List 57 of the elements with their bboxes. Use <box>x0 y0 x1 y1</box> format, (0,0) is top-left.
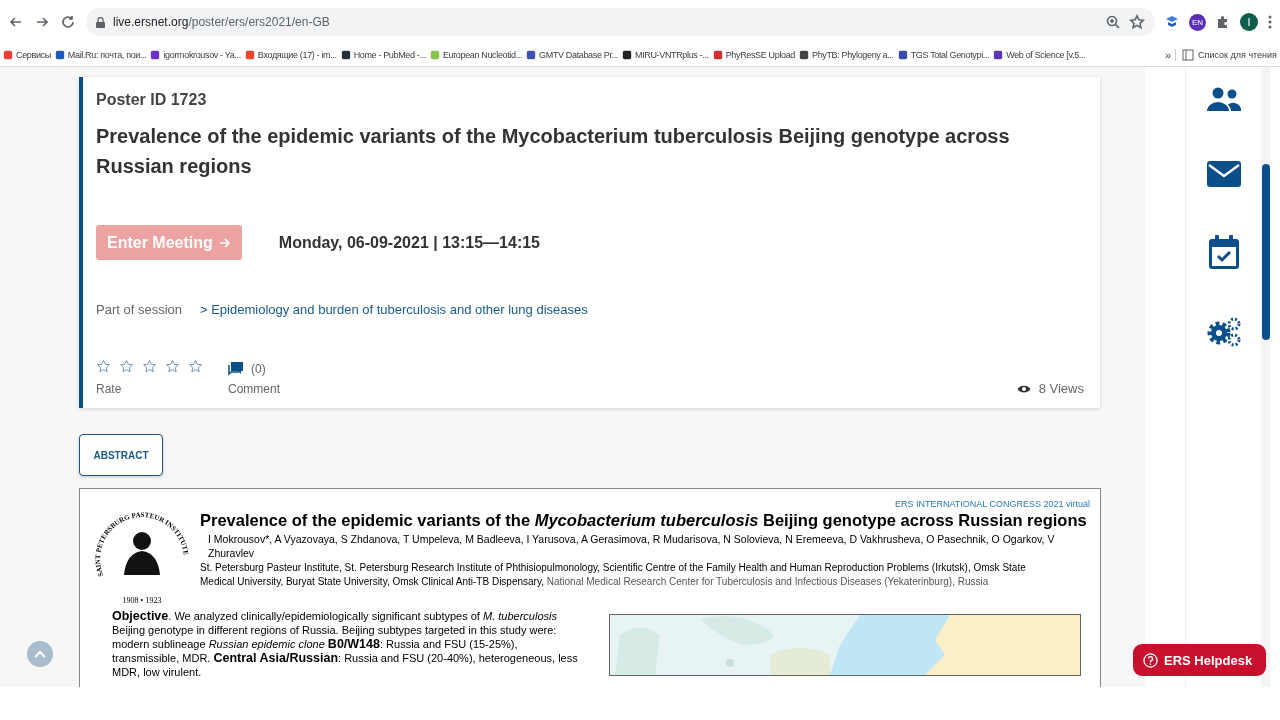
author-list: I Mokrousov*, A Vyazovaya, S Zhdanova, T Umpeleva, M Badleeva, I Yarusova, A Gerasimova, R Mudarisova, N Solovieva, N Eremeeva, D Vakhrusheva, O Pasechnik, O Ogarkov, V Zhuravlev <box>208 532 1090 560</box>
comment-count: (0) <box>251 361 266 376</box>
bookmark[interactable]: Mail.Ru: почта, пои... <box>54 50 147 60</box>
zoom-icon[interactable] <box>1105 14 1121 30</box>
extension-badge[interactable]: EN <box>1189 13 1206 31</box>
reading-list[interactable]: Список для чтения <box>1175 49 1277 61</box>
poster-title: Prevalence of the epidemic variants of the Mycobacterium tuberculosis Beijing genotype across Russian regions <box>96 124 1011 179</box>
bookmark[interactable]: MIRU-VNTRplus -... <box>622 50 709 60</box>
bookmark[interactable]: GMTV Database Pr... <box>526 50 618 60</box>
star-icon[interactable] <box>96 359 111 374</box>
bookmark[interactable]: Сервисы <box>3 50 51 60</box>
view-count: 8 Views <box>1038 381 1084 396</box>
abstract-button[interactable]: ABSTRACT <box>79 434 163 476</box>
star-icon[interactable] <box>188 359 203 374</box>
rate-label: Rate <box>96 382 123 396</box>
bookmark[interactable]: Входящие (17) - im... <box>244 50 337 60</box>
lock-icon <box>96 16 105 28</box>
help-icon <box>1143 652 1158 668</box>
url-text: live.ersnet.org/poster/ers/ers2021/en-GB <box>113 15 330 29</box>
scrollbar-thumb[interactable] <box>1262 164 1271 340</box>
bookmark[interactable]: PhyResSE Upload <box>712 50 795 60</box>
extension-icon[interactable] <box>1165 15 1179 29</box>
reload-icon[interactable] <box>60 14 76 30</box>
comment-label[interactable]: Comment <box>228 382 280 396</box>
helpdesk-button[interactable]: ERS Helpdesk <box>1133 644 1267 676</box>
star-icon[interactable] <box>1129 14 1145 30</box>
settings-icon[interactable] <box>1206 317 1241 347</box>
bookmark[interactable]: PhyTB: Phylogeny a... <box>799 50 894 60</box>
chevron-up-icon <box>34 650 46 658</box>
menu-icon[interactable] <box>1268 15 1272 29</box>
arrow-icon <box>218 237 231 248</box>
people-icon[interactable] <box>1206 87 1241 113</box>
comment-icon[interactable] <box>228 361 244 376</box>
mail-icon[interactable] <box>1206 161 1241 187</box>
star-icon[interactable] <box>142 359 157 374</box>
bookmark[interactable]: igormokrousov - Ya... <box>150 50 241 60</box>
eye-icon <box>1016 383 1031 394</box>
bookmark[interactable]: Home - PubMed -... <box>340 50 426 60</box>
more-bookmarks[interactable]: » <box>1164 49 1172 61</box>
poster-heading: Prevalence of the epidemic variants of the Mycobacterium tuberculosis Beijing genotype across Russian regions <box>200 511 1088 530</box>
star-icon[interactable] <box>165 359 180 374</box>
star-icon[interactable] <box>119 359 134 374</box>
puzzle-icon[interactable] <box>1216 15 1230 29</box>
bookmark[interactable]: TGS Total Genotypi... <box>897 50 990 60</box>
affiliations: St. Petersburg Pasteur Institute, St. Petersburg Research Institute of Phthisiopulmonology, Scientific Centre of the Family Health and Human Reproduction Problems (Irkutsk), Omsk State Medical University, Buryat State University, Omsk Clinical Anti-TB Dispensary, National Medical Research Center for Tuberculosis and Infectious Diseases (Yekaterinburg), Russia <box>200 561 1027 589</box>
calendar-check-icon[interactable] <box>1208 235 1239 269</box>
session-link[interactable]: > Epidemiology and burden of tuberculosis and other lung diseases <box>200 302 588 317</box>
address-bar[interactable]: live.ersnet.org/poster/ers/ers2021/en-GB <box>86 8 1155 36</box>
session-label: Part of session <box>96 302 182 317</box>
congress-label: ERS INTERNATIONAL CONGRESS 2021 virtual <box>894 499 1090 509</box>
bookmark[interactable]: European Nucleotid... <box>429 50 523 60</box>
reading-list-icon <box>1182 49 1195 61</box>
bookmark[interactable]: Web of Science [v.5... <box>993 50 1086 60</box>
objective-paragraph: Objective. We analyzed clinically/epidemiologically significant subtypes of M. tuberculosis Beijing genotype in different regions of Russia. Beijing subtypes targeted in this study were: modern sublineage Russian epidemic clone B0/W148: Russia and FSU (15-25%), transmissible, MDR. Central Asia/Russian: Russia and FSU (20-40%), heterogeneous, less MDR, low virulent. <box>112 609 579 679</box>
profile-avatar[interactable]: I <box>1240 13 1258 31</box>
session-date: Monday, 06-09-2021 | 13:15—14:15 <box>278 233 540 252</box>
poster-id: Poster ID 1723 <box>96 91 208 109</box>
